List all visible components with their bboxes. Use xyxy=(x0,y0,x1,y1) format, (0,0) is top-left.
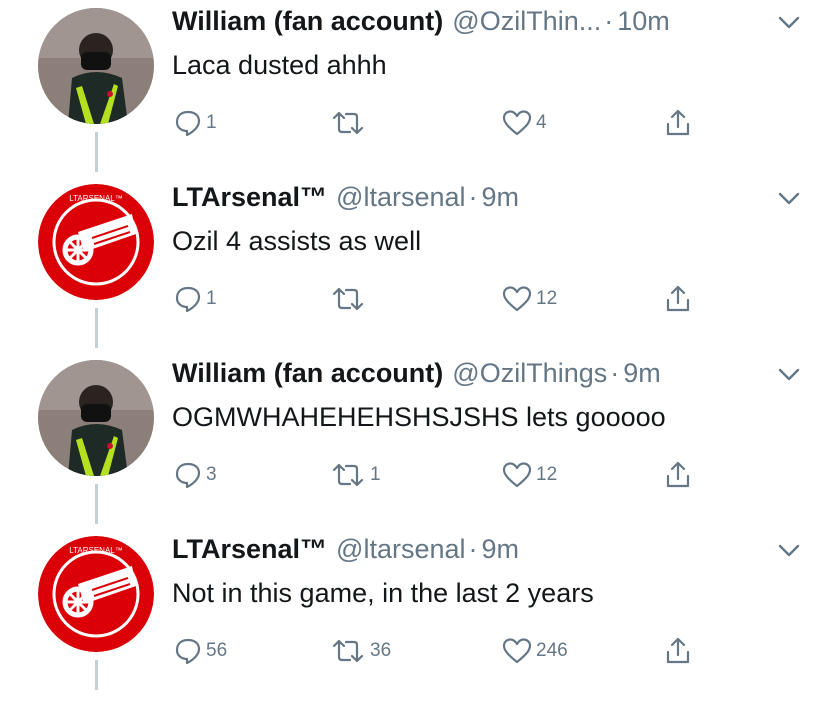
share-icon xyxy=(666,637,690,664)
arsenal-cannon-logo: LTARSENAL™ xyxy=(38,184,154,300)
avatar[interactable]: LTARSENAL™ xyxy=(38,536,154,652)
avatar[interactable] xyxy=(38,8,154,124)
timestamp[interactable]: 9m xyxy=(623,358,661,389)
share-button[interactable] xyxy=(664,108,692,138)
reply-button[interactable]: 1 xyxy=(174,284,217,314)
tweet-text: OGMWHAHEHEHSHSJSHS lets gooooo xyxy=(172,402,666,432)
reply-count: 56 xyxy=(206,640,228,661)
tweet[interactable]: LTARSENAL™ LTArsenal™ @ltarsenal · 9m Oz… xyxy=(0,176,828,352)
retweet-icon xyxy=(332,111,364,135)
reply-icon xyxy=(175,462,201,489)
tweet[interactable]: William (fan account) @OzilThin... · 10m… xyxy=(0,0,828,176)
like-count: 246 xyxy=(536,640,568,661)
chevron-down-icon[interactable] xyxy=(778,544,800,558)
like-count: 12 xyxy=(536,464,558,485)
tweet[interactable]: William (fan account) @OzilThings · 9m O… xyxy=(0,352,828,528)
separator-dot: · xyxy=(610,358,620,388)
player-avatar-image xyxy=(38,360,154,476)
retweet-button[interactable]: 1 xyxy=(330,460,381,490)
avatar[interactable] xyxy=(38,360,154,476)
player-avatar-image xyxy=(38,8,154,124)
heart-icon xyxy=(502,638,532,664)
share-button[interactable] xyxy=(664,460,692,490)
reply-count: 1 xyxy=(206,288,217,309)
like-count: 12 xyxy=(536,288,558,309)
arsenal-cannon-logo: LTARSENAL™ xyxy=(38,536,154,652)
tweet-text: Not in this game, in the last 2 years xyxy=(172,578,594,608)
separator-dot: · xyxy=(604,6,614,36)
heart-icon xyxy=(502,110,532,136)
reply-count: 3 xyxy=(206,464,217,485)
timestamp[interactable]: 9m xyxy=(482,534,520,565)
avatar[interactable]: LTARSENAL™ xyxy=(38,184,154,300)
tweet-header: LTArsenal™ @ltarsenal · 9m xyxy=(172,534,519,570)
share-button[interactable] xyxy=(664,636,692,666)
share-button[interactable] xyxy=(664,284,692,314)
handle[interactable]: @ltarsenal xyxy=(336,534,465,565)
display-name[interactable]: William (fan account) xyxy=(172,6,443,37)
retweet-icon xyxy=(332,287,364,311)
heart-icon xyxy=(502,286,532,312)
like-button[interactable]: 12 xyxy=(502,460,557,490)
heart-icon xyxy=(502,462,532,488)
like-button[interactable]: 4 xyxy=(502,108,547,138)
handle[interactable]: @OzilThings xyxy=(452,358,607,389)
like-count: 4 xyxy=(536,112,547,133)
tweet-text: Laca dusted ahhh xyxy=(172,50,387,80)
separator-dot: · xyxy=(468,182,478,212)
timestamp[interactable]: 10m xyxy=(617,6,670,37)
logo-text: LTARSENAL™ xyxy=(69,194,123,203)
retweet-count: 1 xyxy=(370,464,381,485)
separator-dot: · xyxy=(468,534,478,564)
reply-icon xyxy=(175,110,201,137)
share-icon xyxy=(666,109,690,136)
retweet-button[interactable] xyxy=(330,108,370,138)
logo-text: LTARSENAL™ xyxy=(69,546,123,555)
retweet-count: 36 xyxy=(370,640,392,661)
tweet-header: LTArsenal™ @ltarsenal · 9m xyxy=(172,182,519,218)
reply-button[interactable]: 3 xyxy=(174,460,217,490)
chevron-down-icon[interactable] xyxy=(778,368,800,382)
like-button[interactable]: 246 xyxy=(502,636,568,666)
reply-button[interactable]: 56 xyxy=(174,636,227,666)
reply-count: 1 xyxy=(206,112,217,133)
share-icon xyxy=(666,461,690,488)
reply-icon xyxy=(175,286,201,313)
retweet-icon xyxy=(332,639,364,663)
retweet-button[interactable] xyxy=(330,284,370,314)
retweet-icon xyxy=(332,463,364,487)
reply-button[interactable]: 1 xyxy=(174,108,217,138)
like-button[interactable]: 12 xyxy=(502,284,557,314)
share-icon xyxy=(666,285,690,312)
timestamp[interactable]: 9m xyxy=(482,182,520,213)
tweet-text: Ozil 4 assists as well xyxy=(172,226,422,256)
handle[interactable]: @ltarsenal xyxy=(336,182,465,213)
chevron-down-icon[interactable] xyxy=(778,192,800,206)
display-name[interactable]: LTArsenal™ xyxy=(172,534,327,565)
tweet-header: William (fan account) @OzilThin... · 10m xyxy=(172,6,670,42)
display-name[interactable]: William (fan account) xyxy=(172,358,443,389)
handle[interactable]: @OzilThin... xyxy=(452,6,601,37)
retweet-button[interactable]: 36 xyxy=(330,636,391,666)
display-name[interactable]: LTArsenal™ xyxy=(172,182,327,213)
chevron-down-icon[interactable] xyxy=(778,16,800,30)
tweet-header: William (fan account) @OzilThings · 9m xyxy=(172,358,661,394)
reply-icon xyxy=(175,638,201,665)
tweet[interactable]: LTARSENAL™ LTArsenal™ @ltarsenal · 9m No… xyxy=(0,528,828,704)
